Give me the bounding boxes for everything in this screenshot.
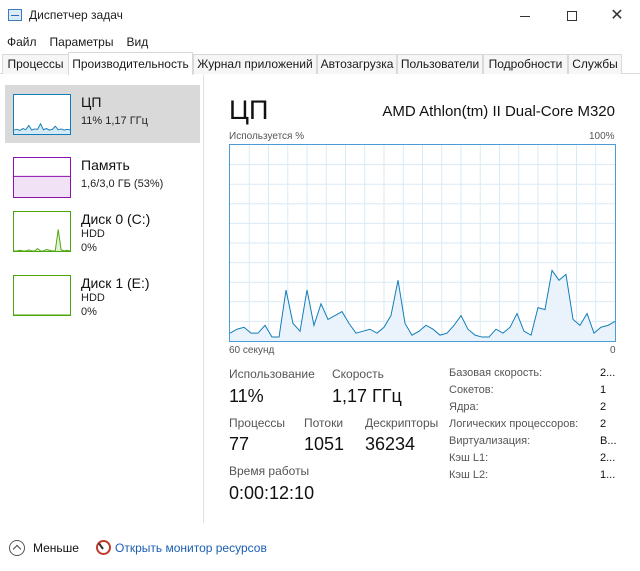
- maximize-button[interactable]: [549, 0, 595, 32]
- spec-label: Сокетов:: [449, 384, 494, 396]
- tab-performance[interactable]: Производительность: [68, 52, 193, 75]
- spec-label: Кэш L2:: [449, 469, 489, 481]
- disk-0-thumbnail-graph: [13, 211, 71, 252]
- chevron-up-icon[interactable]: [9, 540, 25, 556]
- spec-value: 1...: [600, 469, 616, 481]
- page-title: ЦП: [229, 95, 269, 125]
- sidebar-item-disk-0[interactable]: Диск 0 (C:) HDD 0%: [5, 202, 200, 260]
- title-bar: Диспетчер задач ✕: [0, 0, 640, 32]
- close-button[interactable]: ✕: [594, 0, 640, 32]
- tab-processes[interactable]: Процессы: [2, 54, 69, 74]
- sidebar-item-label: Диск 1 (E:): [81, 275, 150, 291]
- sidebar-item-usage: 0%: [81, 306, 97, 318]
- speed-label: Скорость: [332, 367, 384, 381]
- graph-axis-zero: 0: [610, 345, 616, 356]
- tab-users[interactable]: Пользователи: [397, 54, 483, 74]
- tab-startup[interactable]: Автозагрузка: [317, 54, 397, 74]
- spec-label: Виртуализация:: [449, 435, 531, 447]
- spec-label: Логических процессоров:: [449, 418, 579, 430]
- minimize-button[interactable]: [502, 0, 548, 32]
- spec-value: 2...: [600, 452, 616, 464]
- disk-0-thumbnail-fill: [14, 229, 70, 251]
- sidebar-item-usage: 0%: [81, 242, 97, 254]
- tab-app-history[interactable]: Журнал приложений: [193, 54, 317, 74]
- sidebar-item-label: Диск 0 (C:): [81, 211, 151, 227]
- menu-file[interactable]: Файл: [7, 32, 37, 52]
- sidebar-item-detail: 1,6/3,0 ГБ (53%): [81, 178, 164, 190]
- footer: Меньше Открыть монитор ресурсов: [0, 530, 640, 566]
- disk-1-thumbnail-graph: [13, 275, 71, 316]
- menu-bar: Файл Параметры Вид: [0, 32, 161, 52]
- fewer-details-button[interactable]: Меньше: [33, 541, 79, 555]
- menu-view[interactable]: Вид: [126, 32, 148, 52]
- tab-details[interactable]: Подробности: [483, 54, 568, 74]
- threads-label: Потоки: [304, 416, 344, 430]
- spec-value: 2...: [600, 367, 616, 379]
- spec-value: 2: [600, 401, 607, 413]
- sidebar-item-label: Память: [81, 157, 130, 173]
- minimize-icon: [520, 15, 530, 17]
- processes-label: Процессы: [229, 416, 286, 430]
- disk-0-thumbnail-line: [14, 229, 70, 251]
- sidebar-item-detail: HDD: [81, 292, 105, 304]
- sidebar-item-label: ЦП: [81, 94, 102, 110]
- spec-label: Базовая скорость:: [449, 367, 543, 379]
- uptime-label: Время работы: [229, 464, 310, 478]
- sidebar-item-memory[interactable]: Память 1,6/3,0 ГБ (53%): [5, 148, 200, 206]
- spec-value: 2: [600, 418, 607, 430]
- utilization-value: 11%: [229, 386, 264, 406]
- sidebar-item-cpu[interactable]: ЦП 11% 1,17 ГГц: [5, 85, 200, 143]
- open-resource-monitor-link[interactable]: Открыть монитор ресурсов: [115, 541, 267, 555]
- spec-label: Ядра:: [449, 401, 479, 413]
- processes-value: 77: [229, 434, 250, 454]
- sidebar-item-detail: HDD: [81, 228, 105, 240]
- utilization-label: Использование: [229, 367, 315, 381]
- resource-sidebar: ЦП 11% 1,17 ГГц Память 1,6/3,0 ГБ (53%) …: [0, 75, 204, 523]
- uptime-value: 0:00:12:10: [229, 483, 315, 503]
- handles-value: 36234: [365, 434, 416, 454]
- cpu-thumbnail-graph: [13, 94, 71, 135]
- window-title: Диспетчер задач: [29, 8, 123, 22]
- threads-value: 1051: [304, 434, 345, 454]
- memory-thumbnail-graph: [13, 157, 71, 198]
- close-icon: ✕: [610, 7, 624, 24]
- sidebar-item-disk-1[interactable]: Диск 1 (E:) HDD 0%: [5, 266, 200, 324]
- spec-value: 1: [600, 384, 607, 396]
- resource-monitor-icon: [96, 540, 111, 555]
- tab-strip: Процессы Производительность Журнал прило…: [0, 52, 640, 75]
- memory-thumbnail-fill: [14, 176, 70, 197]
- graph-label-utilization: Используется %: [229, 131, 305, 142]
- tab-services[interactable]: Службы: [568, 54, 622, 74]
- spec-label: Кэш L1:: [449, 452, 489, 464]
- graph-axis-time: 60 секунд: [229, 345, 275, 356]
- graph-label-max: 100%: [589, 131, 615, 142]
- sidebar-item-detail: 11% 1,17 ГГц: [81, 115, 148, 127]
- cpu-model-name: AMD Athlon(tm) II Dual-Core M320: [382, 103, 615, 120]
- menu-options[interactable]: Параметры: [50, 32, 114, 52]
- spec-value: В...: [600, 435, 617, 447]
- task-manager-icon: [8, 9, 22, 21]
- handles-label: Дескрипторы: [365, 416, 439, 430]
- cpu-utilization-graph: [229, 144, 616, 342]
- speed-value: 1,17 ГГц: [332, 386, 402, 406]
- maximize-icon: [567, 11, 577, 21]
